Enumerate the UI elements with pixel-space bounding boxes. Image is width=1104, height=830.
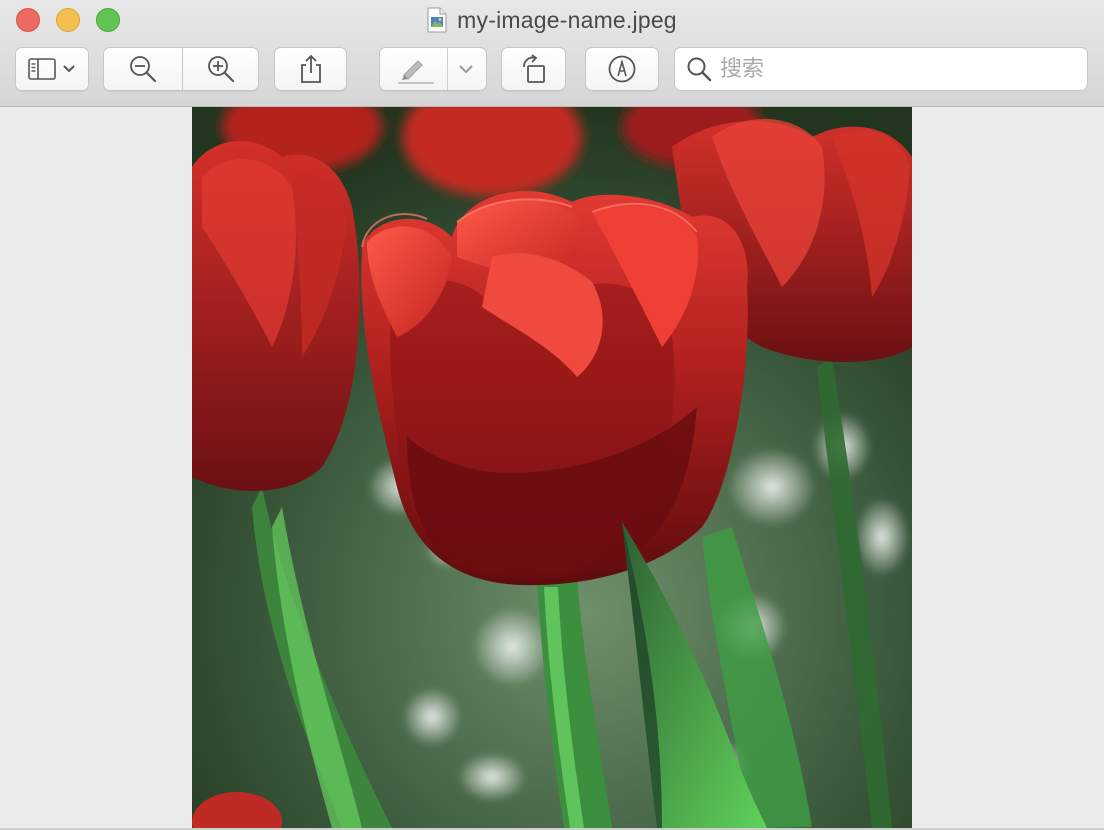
window-toolbar: my-image-name.jpeg [0,0,1104,107]
image-viewer[interactable] [0,107,1104,830]
chevron-down-icon[interactable] [458,64,474,76]
zoom-in-button[interactable] [183,47,259,91]
zoom-out-icon [128,54,158,84]
highlight-button[interactable] [379,47,487,91]
split-divider [447,48,448,90]
title-area: my-image-name.jpeg [0,4,1104,36]
share-icon [298,54,324,84]
markup-button[interactable] [585,47,659,91]
sidebar-view-button[interactable] [15,47,89,91]
red-tulip-photo[interactable] [192,107,912,828]
window-title: my-image-name.jpeg [457,6,677,33]
rotate-left-icon [518,54,550,84]
search-icon [686,56,712,82]
search-field[interactable] [674,47,1088,91]
chevron-down-icon [62,64,76,74]
rotate-button[interactable] [501,47,566,91]
share-button[interactable] [274,47,347,91]
highlighter-pen-icon[interactable] [394,55,434,85]
search-input[interactable] [720,56,1060,82]
markup-pen-icon [607,54,637,84]
jpeg-document-icon[interactable] [427,7,447,33]
preview-window: my-image-name.jpeg [0,0,1104,830]
zoom-out-button[interactable] [103,47,183,91]
zoom-in-icon [206,54,236,84]
sidebar-icon [28,58,56,80]
